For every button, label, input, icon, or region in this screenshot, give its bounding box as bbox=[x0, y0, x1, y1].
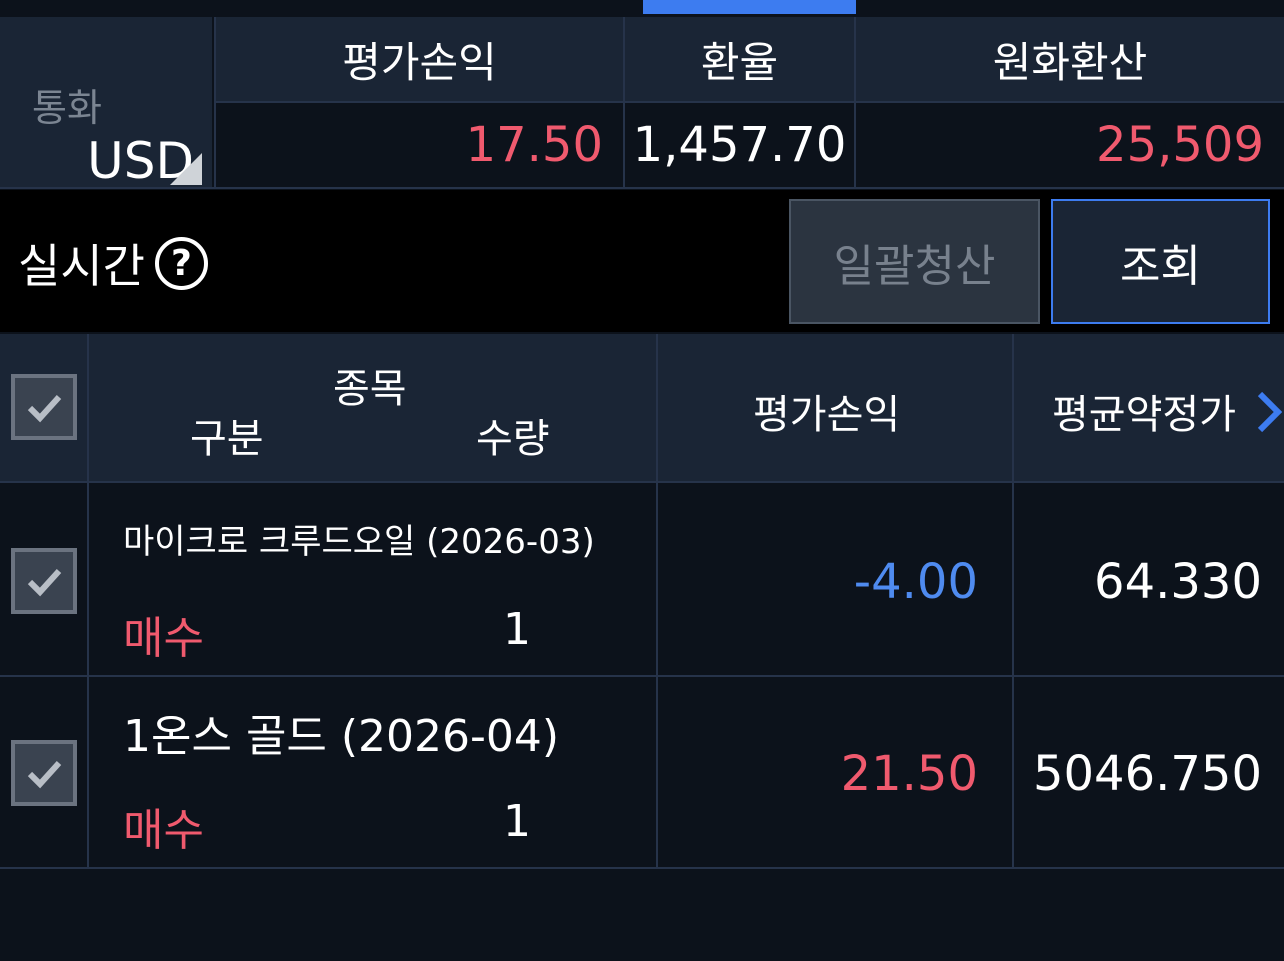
check-icon bbox=[27, 394, 62, 423]
divider bbox=[656, 334, 658, 869]
currency-label: 통화 bbox=[32, 86, 102, 130]
row-qty: 1 bbox=[503, 796, 531, 847]
row-pl: 21.50 bbox=[840, 746, 978, 802]
summary-header-krw: 원화환산 bbox=[856, 17, 1284, 101]
row-item-name: 마이크로 크루드오일 (2026-03) bbox=[123, 522, 595, 562]
row-avg-price: 64.330 bbox=[1094, 554, 1262, 610]
positions-screen: 통화 USD 평가손익 환율 원화환산 17.50 1,457.70 25,50… bbox=[0, 0, 1284, 961]
active-tab-indicator bbox=[643, 0, 856, 14]
check-icon bbox=[27, 568, 62, 597]
row-side: 매수 bbox=[123, 805, 204, 856]
header-avg-price: 평균약정가 bbox=[1052, 392, 1236, 438]
header-item: 종목 bbox=[333, 366, 407, 412]
row-checkbox[interactable] bbox=[11, 548, 77, 614]
divider bbox=[1012, 334, 1014, 869]
help-icon[interactable]: ? bbox=[155, 237, 208, 290]
row-avg-price: 5046.750 bbox=[1032, 746, 1262, 802]
liquidate-all-button[interactable]: 일괄청산 bbox=[789, 199, 1040, 324]
header-pl: 평가손익 bbox=[753, 392, 901, 438]
divider bbox=[0, 187, 1284, 189]
row-pl: -4.00 bbox=[853, 554, 978, 610]
select-all-checkbox[interactable] bbox=[11, 374, 77, 440]
realtime-label: 실시간 bbox=[18, 239, 145, 293]
summary-header-fx: 환율 bbox=[625, 17, 854, 101]
divider bbox=[216, 101, 1284, 103]
row-side: 매수 bbox=[123, 613, 204, 664]
query-button[interactable]: 조회 bbox=[1051, 199, 1270, 324]
divider bbox=[0, 481, 1284, 483]
dropdown-corner-icon bbox=[170, 153, 202, 185]
row-qty: 1 bbox=[503, 604, 531, 655]
row-checkbox[interactable] bbox=[11, 740, 77, 806]
currency-selector[interactable]: 통화 USD bbox=[0, 17, 214, 190]
summary-fx-value: 1,457.70 bbox=[625, 103, 854, 187]
header-qty: 수량 bbox=[476, 416, 550, 462]
summary-header-pl: 평가손익 bbox=[216, 17, 623, 101]
header-side: 구분 bbox=[190, 416, 264, 462]
check-icon bbox=[27, 760, 62, 789]
summary-pl-value: 17.50 bbox=[216, 103, 623, 187]
chevron-right-icon[interactable] bbox=[1256, 390, 1282, 434]
divider bbox=[87, 334, 89, 869]
row-item-name: 1온스 골드 (2026-04) bbox=[123, 711, 560, 762]
summary-krw-value: 25,509 bbox=[856, 103, 1284, 187]
divider bbox=[0, 867, 1284, 869]
divider bbox=[0, 675, 1284, 677]
